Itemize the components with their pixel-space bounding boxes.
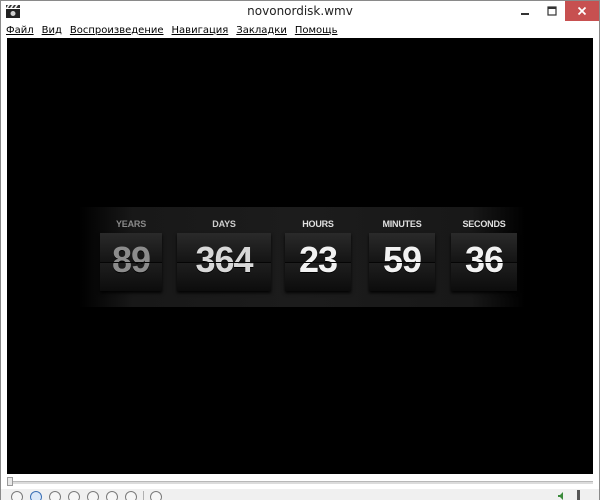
flip-card: 36 <box>451 233 517 291</box>
menu-view[interactable]: Вид <box>39 25 65 36</box>
seek-handle[interactable] <box>7 477 13 486</box>
video-area[interactable]: YEARS 89 DAYS 364 HOURS 23 MINUTES 59 SE… <box>7 38 593 474</box>
control-separator <box>143 491 144 500</box>
countdown-value: 23 <box>298 239 338 280</box>
countdown-label: DAYS <box>212 219 236 229</box>
player-window: novonordisk.wmv Файл Вид Воспроизведение… <box>0 0 600 500</box>
next-button[interactable] <box>125 491 137 500</box>
fullscreen-button[interactable] <box>150 491 162 500</box>
flip-card: 23 <box>285 233 351 291</box>
menu-bookmarks[interactable]: Закладки <box>233 25 290 36</box>
maximize-icon <box>546 6 557 16</box>
volume-slider[interactable] <box>577 490 580 500</box>
menu-file[interactable]: Файл <box>3 25 37 36</box>
countdown-label: SECONDS <box>462 219 506 229</box>
countdown-label: HOURS <box>302 219 334 229</box>
pause-button[interactable] <box>30 491 42 500</box>
countdown-value: 89 <box>111 239 151 280</box>
rewind-button[interactable] <box>87 491 99 500</box>
menu-navigation[interactable]: Навигация <box>169 25 232 36</box>
countdown-value: 59 <box>382 239 422 280</box>
minimize-icon <box>520 13 529 15</box>
previous-button[interactable] <box>68 491 80 500</box>
seek-track[interactable] <box>7 481 593 484</box>
volume-icon[interactable] <box>557 491 567 500</box>
flip-card: 59 <box>369 233 435 291</box>
window-title: novonordisk.wmv <box>247 4 353 18</box>
minimize-button[interactable] <box>511 1 538 21</box>
close-icon <box>577 6 587 16</box>
flip-card: 89 <box>100 233 162 291</box>
maximize-button[interactable] <box>538 1 565 21</box>
title-bar[interactable]: novonordisk.wmv <box>1 1 599 23</box>
countdown-panel: YEARS 89 DAYS 364 HOURS 23 MINUTES 59 SE… <box>79 207 525 307</box>
countdown-value: 36 <box>464 239 504 280</box>
countdown-label: MINUTES <box>382 219 422 229</box>
menu-playback[interactable]: Воспроизведение <box>67 25 167 36</box>
flip-card: 364 <box>177 233 271 291</box>
forward-button[interactable] <box>106 491 118 500</box>
stop-button[interactable] <box>49 491 61 500</box>
seek-bar[interactable] <box>7 477 593 487</box>
menu-bar: Файл Вид Воспроизведение Навигация Закла… <box>1 23 599 37</box>
play-button[interactable] <box>11 491 23 500</box>
menu-help[interactable]: Помощь <box>292 25 341 36</box>
control-bar <box>1 489 599 500</box>
close-button[interactable] <box>565 1 599 21</box>
countdown-label: YEARS <box>115 219 146 229</box>
countdown-value: 364 <box>195 239 253 280</box>
